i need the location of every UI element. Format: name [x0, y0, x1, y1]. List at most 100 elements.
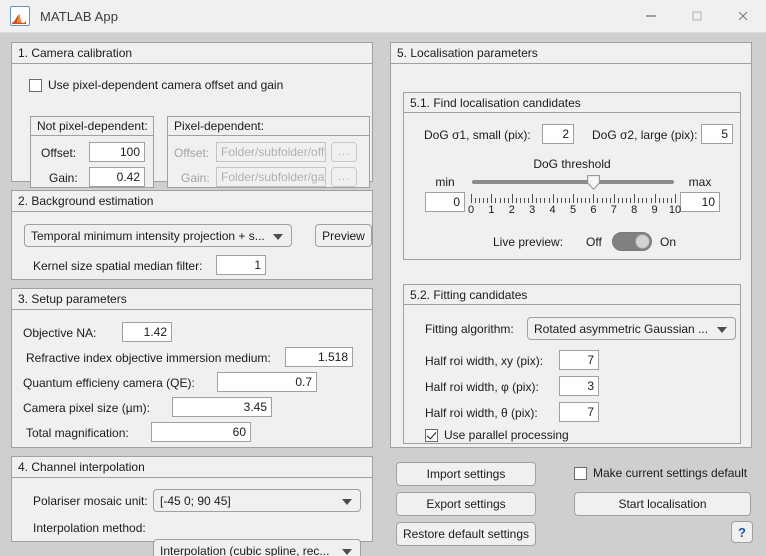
pixel-offset-input[interactable]: Folder/subfolder/offse [216, 142, 326, 162]
live-preview-toggle[interactable] [612, 232, 652, 251]
ruler-tick-major [675, 194, 676, 203]
objective-na-label: Objective NA: [23, 326, 97, 340]
make-current-settings-default-checkbox[interactable]: Make current settings default [574, 466, 747, 480]
use-pixel-dependent-checkbox[interactable]: Use pixel-dependent camera offset and ga… [29, 78, 283, 92]
window-title: MATLAB App [40, 8, 119, 24]
pixel-gain-label: Gain: [181, 171, 210, 185]
ruler-tick-minor [585, 198, 587, 203]
dog-threshold-slider[interactable] [472, 173, 674, 191]
checkbox-box [574, 466, 587, 480]
quantum-efficiency-input[interactable]: 0.7 [217, 372, 317, 392]
ruler-tick-major [573, 194, 574, 203]
restore-default-settings-button[interactable]: Restore default settings [396, 522, 536, 546]
background-method-dropdown[interactable]: Temporal minimum intensity projection + … [24, 224, 292, 247]
ruler-tick-major [552, 194, 554, 203]
ruler-tick-minor [581, 198, 583, 203]
ruler-tick-major [593, 194, 595, 203]
dog-sigma2-label: DoG σ2, large (pix): [592, 128, 698, 142]
chevron-down-icon [273, 233, 283, 240]
slider-thumb[interactable] [586, 175, 600, 190]
matlab-membrane-glyph [12, 13, 26, 24]
interpolation-method-dropdown[interactable]: Interpolation (cubic spline, rec... [153, 539, 361, 556]
panel-localisation-parameters: 5. Localisation parameters 5.1. Find loc… [390, 42, 752, 448]
toggle-knob [635, 234, 650, 249]
ruler-tick-minor [487, 198, 489, 203]
ruler-tick-minor [560, 198, 562, 203]
ruler-label: 9 [651, 204, 658, 216]
ruler-tick-major [634, 194, 636, 203]
ruler-tick-minor [626, 198, 628, 203]
panel-setup-parameters: 3. Setup parameters Objective NA: 1.42 R… [11, 288, 373, 448]
ruler-tick-major [511, 194, 513, 203]
ruler-tick-minor [658, 198, 660, 203]
offset-input[interactable]: 100 [89, 142, 145, 162]
ruler-tick-minor [479, 198, 481, 203]
dog-sigma1-input[interactable]: 2 [542, 124, 574, 144]
ruler-tick-minor [666, 198, 668, 203]
ruler-tick-minor [483, 198, 485, 203]
ruler-tick-minor [638, 198, 640, 203]
total-magnification-label: Total magnification: [26, 426, 129, 440]
start-localisation-button[interactable]: Start localisation [574, 492, 751, 516]
ruler-tick-minor [621, 198, 623, 203]
gain-input[interactable]: 0.42 [89, 167, 145, 187]
total-magnification-input[interactable]: 60 [151, 422, 251, 442]
preview-button[interactable]: Preview [315, 224, 372, 247]
pixel-gain-browse-button[interactable]: ... [331, 167, 357, 187]
matlab-app-icon [10, 6, 30, 26]
slider-max-input[interactable]: 10 [680, 192, 720, 212]
half-roi-theta-label: Half roi width, θ (pix): [425, 406, 538, 420]
pixel-gain-input[interactable]: Folder/subfolder/gain [216, 167, 326, 187]
quantum-efficiency-label: Quantum efficieny camera (QE): [23, 376, 195, 390]
checkbox-box [29, 78, 42, 92]
ruler-tick-minor [609, 198, 611, 203]
camera-pixel-size-input[interactable]: 3.45 [172, 397, 272, 417]
polariser-mosaic-dropdown[interactable]: [-45 0; 90 45] [153, 489, 361, 512]
subpanel-fitting-candidates-title: 5.2. Fitting candidates [404, 285, 740, 305]
half-roi-phi-input[interactable]: 3 [559, 376, 599, 396]
fitting-algorithm-dropdown[interactable]: Rotated asymmetric Gaussian ... [527, 317, 736, 340]
refractive-index-label: Refractive index objective immersion med… [26, 351, 271, 365]
gain-label: Gain: [49, 171, 78, 185]
checkbox-box [425, 428, 438, 442]
dog-sigma2-input[interactable]: 5 [701, 124, 733, 144]
ruler-tick-minor [540, 198, 542, 203]
panel-localisation-parameters-title: 5. Localisation parameters [391, 43, 751, 64]
export-settings-button[interactable]: Export settings [396, 492, 536, 516]
panel-setup-parameters-title: 3. Setup parameters [12, 289, 372, 310]
use-parallel-processing-checkbox[interactable]: Use parallel processing [425, 428, 569, 442]
slider-min-input[interactable]: 0 [425, 192, 465, 212]
ruler-tick-major [491, 194, 493, 203]
objective-na-input[interactable]: 1.42 [122, 322, 172, 342]
minimize-icon[interactable] [628, 0, 674, 32]
close-icon[interactable] [720, 0, 766, 32]
interpolation-method-label: Interpolation method: [33, 521, 146, 535]
import-settings-button[interactable]: Import settings [396, 462, 536, 486]
half-roi-theta-input[interactable]: 7 [559, 402, 599, 422]
live-preview-off-label: Off [586, 235, 602, 249]
ruler-tick-minor [589, 198, 591, 203]
kernel-size-input[interactable]: 1 [216, 255, 266, 275]
live-preview-label: Live preview: [493, 235, 564, 249]
ruler-label: 5 [569, 204, 577, 216]
help-button[interactable]: ? [731, 521, 753, 543]
ruler-tick-major [471, 194, 472, 203]
ruler-tick-minor [630, 198, 632, 203]
half-roi-xy-input[interactable]: 7 [559, 350, 599, 370]
pixel-offset-browse-button[interactable]: ... [331, 142, 357, 162]
ruler-tick-minor [601, 198, 603, 203]
ruler-tick-minor [662, 198, 664, 203]
subpanel-not-pixel-dependent: Not pixel-dependent: Offset: 100 Gain: 0… [30, 116, 154, 188]
maximize-icon[interactable] [674, 0, 720, 32]
refractive-index-input[interactable]: 1.518 [285, 347, 353, 367]
ruler-tick-minor [642, 198, 644, 203]
ruler-label: 10 [668, 204, 682, 216]
panel-background-estimation: 2. Background estimation Temporal minimu… [11, 190, 373, 280]
panel-camera-calibration: 1. Camera calibration Use pixel-dependen… [11, 42, 373, 188]
slider-max-label: max [688, 175, 712, 189]
background-method-value: Temporal minimum intensity projection + … [31, 228, 265, 243]
ruler-label: 2 [508, 204, 515, 216]
subpanel-not-pixel-dependent-title: Not pixel-dependent: [31, 117, 153, 136]
ruler-tick-minor [646, 198, 648, 203]
ruler-tick-major [613, 194, 615, 203]
